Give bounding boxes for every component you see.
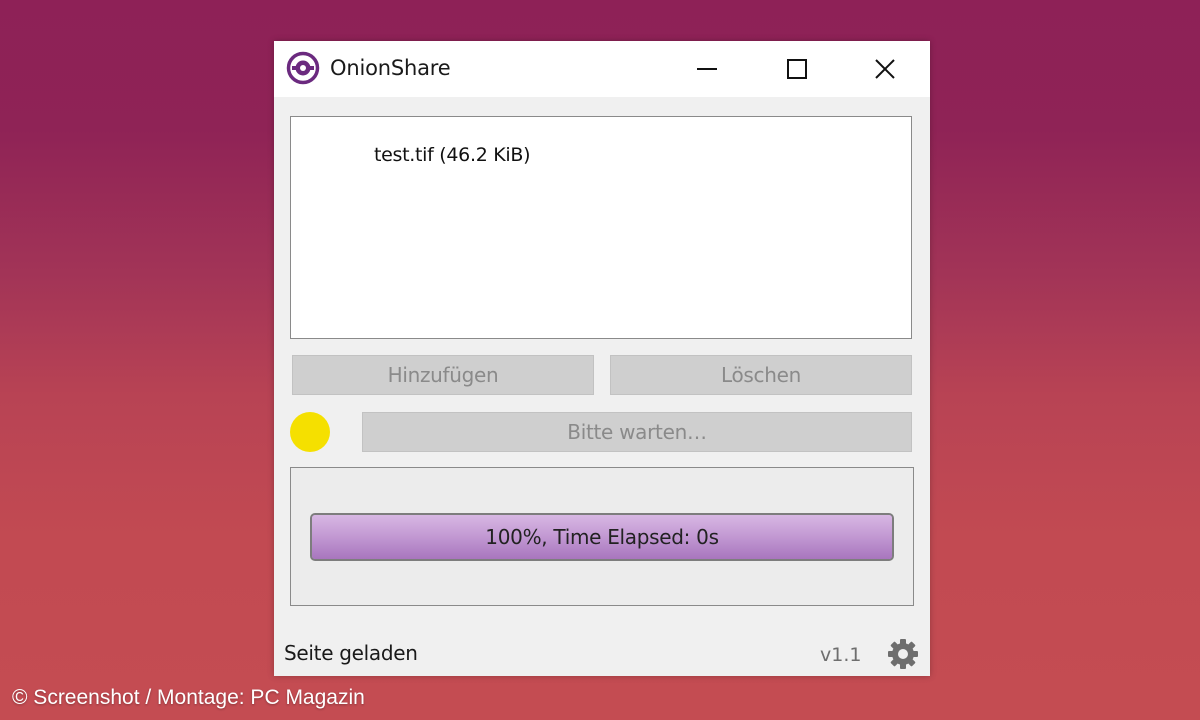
gear-icon[interactable]	[886, 637, 920, 671]
minimize-icon	[697, 68, 717, 70]
status-message: Seite geladen	[284, 641, 418, 665]
progress-label: 100%, Time Elapsed: 0s	[485, 525, 719, 549]
minimize-button[interactable]	[662, 41, 752, 97]
close-icon	[875, 59, 895, 79]
maximize-button[interactable]	[752, 41, 842, 97]
start-server-button[interactable]: Bitte warten…	[362, 412, 912, 452]
title-bar[interactable]: OnionShare	[274, 41, 930, 97]
onionshare-logo-icon	[286, 51, 320, 85]
version-label: v1.1	[820, 644, 862, 666]
maximize-icon	[787, 59, 807, 79]
image-credit-caption: © Screenshot / Montage: PC Magazin	[12, 686, 365, 709]
server-status-indicator	[290, 412, 330, 452]
close-button[interactable]	[840, 41, 930, 97]
onionshare-window: OnionShare test.tif (46.2 KiB) Hinzufüge…	[274, 41, 930, 676]
add-files-button[interactable]: Hinzufügen	[292, 355, 594, 395]
window-title: OnionShare	[330, 56, 451, 80]
file-list-item[interactable]: test.tif (46.2 KiB)	[374, 144, 531, 166]
downloads-panel: 100%, Time Elapsed: 0s	[290, 467, 914, 606]
progress-bar: 100%, Time Elapsed: 0s	[310, 513, 894, 561]
file-list[interactable]: test.tif (46.2 KiB)	[290, 116, 912, 339]
delete-files-button[interactable]: Löschen	[610, 355, 912, 395]
